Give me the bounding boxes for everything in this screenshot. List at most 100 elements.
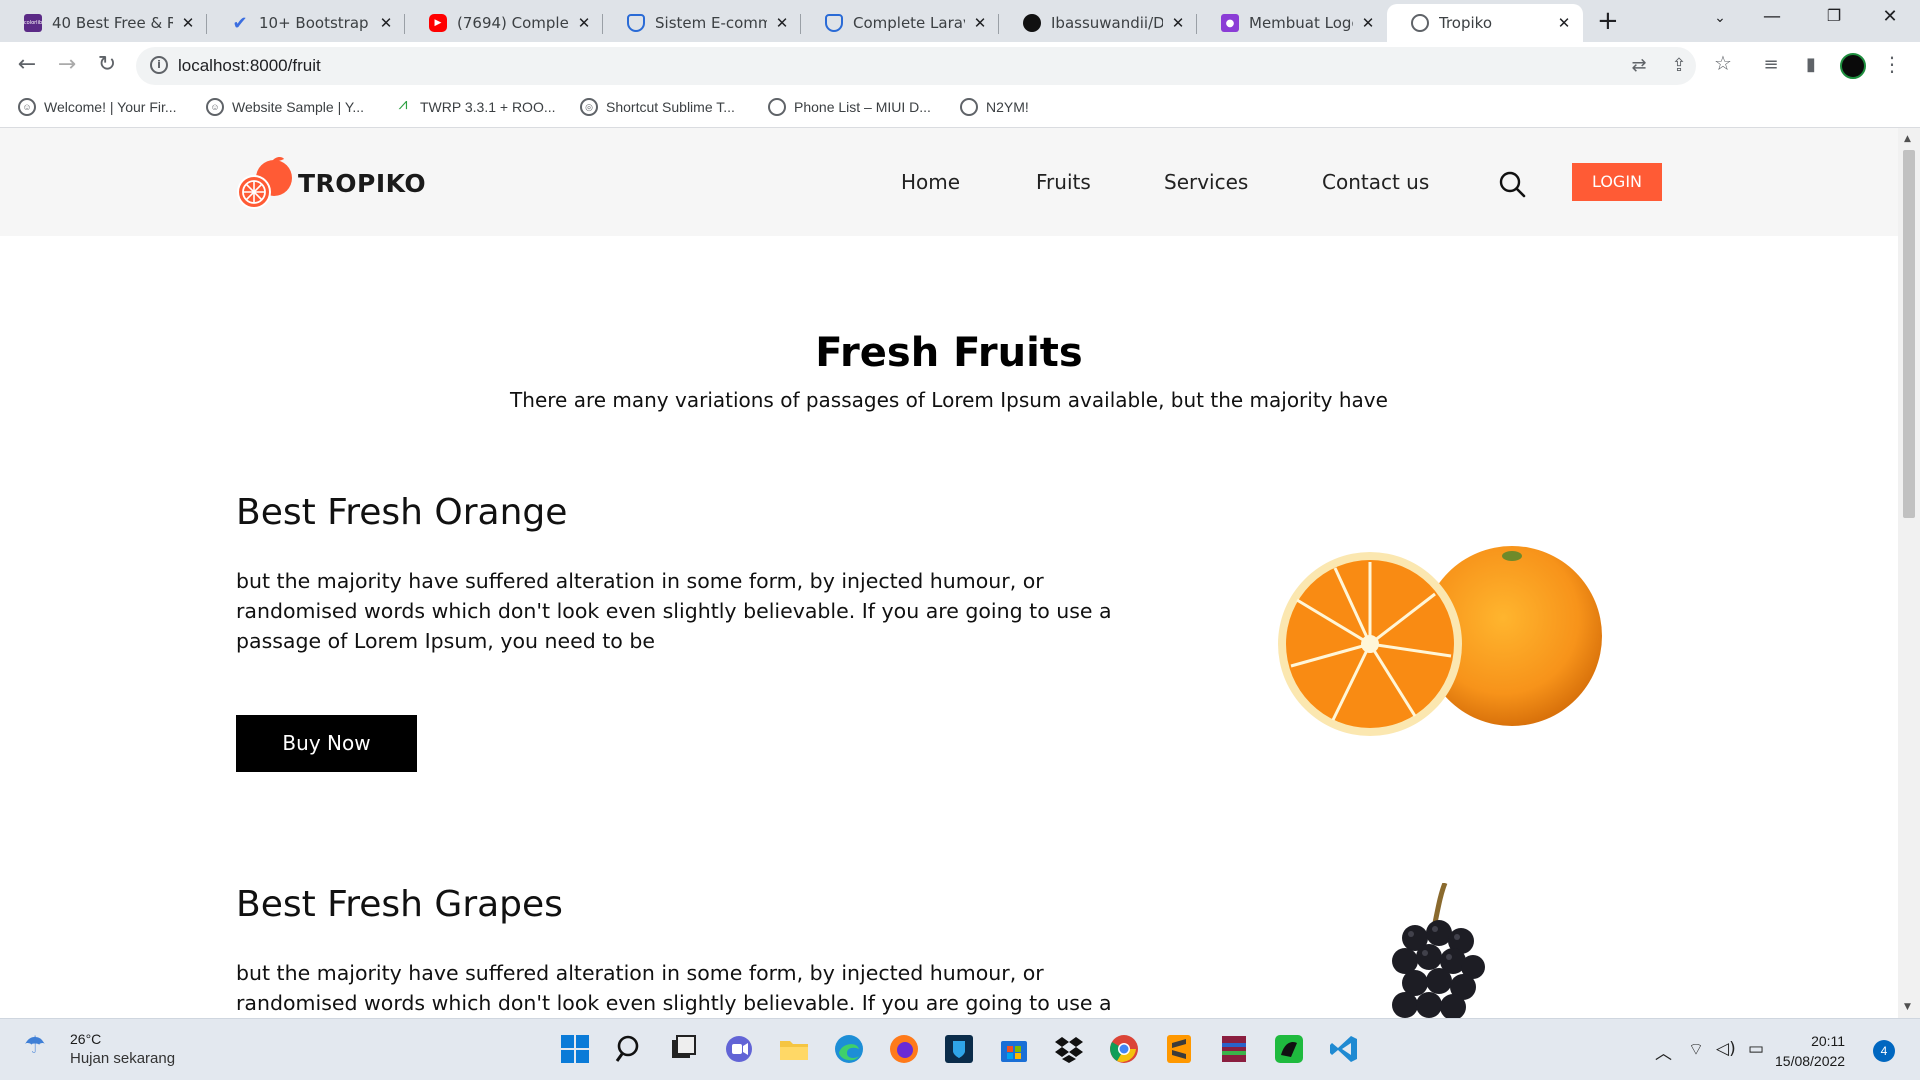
bookmark-item[interactable]: ☺ Website Sample | Y... — [206, 98, 364, 116]
section-subtitle: There are many variations of passages of… — [510, 388, 1388, 412]
restore-button[interactable]: ❐ — [1814, 6, 1854, 25]
url-text[interactable]: localhost:8000/fruit — [178, 56, 321, 76]
nav-services[interactable]: Services — [1164, 170, 1248, 194]
system-clock[interactable]: 20:11 15/08/2022 — [1775, 1031, 1845, 1071]
weather-description: Hujan sekarang — [70, 1050, 176, 1067]
share-icon[interactable]: ⇪ — [1666, 55, 1692, 76]
fruit-title: Best Fresh Orange — [236, 492, 568, 533]
clock-time: 20:11 — [1811, 1033, 1846, 1049]
globe-favicon-icon — [1411, 14, 1429, 32]
search-icon[interactable] — [614, 1033, 646, 1065]
wifi-icon[interactable]: ⌔ — [1688, 1039, 1704, 1060]
dropbox-icon[interactable] — [1053, 1033, 1085, 1065]
camtasia-icon[interactable] — [1273, 1033, 1305, 1065]
task-view-icon[interactable] — [668, 1033, 700, 1065]
side-panel-icon[interactable]: ▮ — [1798, 54, 1824, 75]
bookmarks-bar: ☺ Welcome! | Your Fir... ☺ Website Sample … — [0, 90, 1920, 128]
bookmark-item[interactable]: N2YM! — [960, 98, 1029, 116]
web-page: TROPIKO Home Fruits Services Contact us … — [0, 128, 1898, 1018]
back-icon[interactable]: ← — [12, 52, 42, 77]
forward-icon[interactable]: → — [52, 52, 82, 77]
checkmark-favicon-icon: ✔ — [232, 12, 248, 34]
close-tab-icon[interactable]: ✕ — [575, 14, 593, 32]
weather-widget[interactable]: ☂ 26°C Hujan sekarang — [24, 1031, 175, 1067]
site-info-icon[interactable]: i — [150, 56, 168, 74]
show-hidden-icons-chevron-icon[interactable]: ︿ — [1655, 1039, 1672, 1064]
close-window-button[interactable]: ✕ — [1870, 6, 1910, 27]
edge-browser-icon[interactable] — [833, 1033, 865, 1065]
browser-tab[interactable]: ▶ (7694) Complete ✕ — [405, 4, 603, 42]
bookmark-item[interactable]: ◎ Shortcut Sublime T... — [580, 98, 735, 116]
nav-contact-us[interactable]: Contact us — [1322, 170, 1429, 194]
teams-chat-icon[interactable] — [723, 1033, 755, 1065]
vscode-icon[interactable] — [1328, 1033, 1360, 1065]
scrollbar-thumb[interactable] — [1903, 150, 1915, 518]
battery-icon[interactable]: ▭ — [1748, 1039, 1764, 1059]
volume-icon[interactable]: ◁) — [1716, 1039, 1736, 1059]
brand-name: TROPIKO — [298, 168, 427, 198]
page-scrollbar[interactable]: ▲ ▼ — [1898, 128, 1920, 1018]
close-tab-icon[interactable]: ✕ — [773, 14, 791, 32]
browser-tab[interactable]: Complete Laravel ✕ — [801, 4, 999, 42]
search-icon[interactable] — [1498, 170, 1526, 198]
close-tab-icon[interactable]: ✕ — [377, 14, 395, 32]
twrp-icon: ⩘ — [398, 96, 408, 113]
reading-list-icon[interactable]: ≡ — [1758, 54, 1784, 75]
github-favicon-icon — [1023, 14, 1041, 32]
close-tab-icon[interactable]: ✕ — [1359, 14, 1377, 32]
bookmark-item[interactable]: ☺ Welcome! | Your Fir... — [18, 98, 177, 116]
rain-umbrella-icon: ☂ — [24, 1031, 46, 1059]
bitwarden-icon[interactable] — [943, 1033, 975, 1065]
browser-tab[interactable]: colorlib 40 Best Free & Re ✕ — [0, 4, 207, 42]
bookmark-star-icon[interactable]: ☆ — [1710, 51, 1736, 75]
scroll-up-arrow-icon[interactable]: ▲ — [1904, 134, 1911, 144]
fruit-description: but the majority have suffered alteratio… — [236, 569, 1112, 653]
globe-icon — [960, 98, 978, 116]
firefox-icon[interactable] — [888, 1033, 920, 1065]
chrome-icon[interactable] — [1108, 1033, 1140, 1065]
shield-favicon-icon — [627, 14, 645, 32]
notification-badge[interactable]: 4 — [1873, 1040, 1895, 1062]
winrar-icon[interactable] — [1218, 1033, 1250, 1065]
browser-tab[interactable]: Ibassuwandii/Dok ✕ — [999, 4, 1197, 42]
smiley-icon: ☺ — [206, 98, 224, 116]
browser-toolbar: ← → ↻ i localhost:8000/fruit ⇄ ⇪ ☆ ≡ ▮ ⋮ — [0, 42, 1920, 90]
colorlib-favicon-icon: colorlib — [24, 14, 42, 32]
bookmark-item[interactable]: ⩘ TWRP 3.3.1 + ROO... — [394, 96, 555, 116]
windows-taskbar: ☂ 26°C Hujan sekarang ︿ ⌔ ◁) ▭ 20:11 15/… — [0, 1018, 1920, 1080]
file-explorer-icon[interactable] — [778, 1033, 810, 1065]
buy-now-button[interactable]: Buy Now — [236, 715, 417, 772]
site-logo[interactable]: TROPIKO — [236, 154, 426, 212]
profile-avatar[interactable] — [1840, 53, 1866, 79]
nav-home[interactable]: Home — [901, 170, 960, 194]
start-windows-icon[interactable] — [559, 1033, 591, 1065]
close-tab-icon[interactable]: ✕ — [1169, 14, 1187, 32]
youtube-favicon-icon: ▶ — [429, 14, 447, 32]
orange-logo-icon — [237, 156, 292, 209]
browser-tab[interactable]: Sistem E-commer ✕ — [603, 4, 801, 42]
login-button[interactable]: LOGIN — [1572, 163, 1662, 201]
new-tab-button[interactable]: + — [1597, 8, 1619, 34]
weather-temperature: 26°C — [70, 1031, 102, 1047]
browser-tab[interactable]: ✔ 10+ Bootstrap eC ✕ — [207, 4, 405, 42]
nav-fruits[interactable]: Fruits — [1036, 170, 1091, 194]
translate-icon[interactable]: ⇄ — [1626, 55, 1652, 76]
grapes-image — [1392, 883, 1485, 1018]
minimize-button[interactable]: — — [1752, 6, 1792, 27]
shield-favicon-icon — [825, 14, 843, 32]
reload-icon[interactable]: ↻ — [92, 52, 122, 77]
tab-search-chevron-icon[interactable]: ⌄ — [1700, 10, 1740, 26]
close-tab-icon[interactable]: ✕ — [1555, 14, 1573, 32]
bookmark-item[interactable]: Phone List – MIUI D... — [768, 98, 931, 116]
microsoft-store-icon[interactable] — [998, 1033, 1030, 1065]
user-favicon-icon: ● — [1221, 14, 1239, 32]
sublime-text-icon[interactable] — [1163, 1033, 1195, 1065]
browser-tab[interactable]: ● Membuat Logo ✕ — [1197, 4, 1387, 42]
more-menu-icon[interactable]: ⋮ — [1882, 52, 1902, 76]
browser-tab-active[interactable]: Tropiko ✕ — [1387, 4, 1583, 42]
close-tab-icon[interactable]: ✕ — [179, 14, 197, 32]
close-tab-icon[interactable]: ✕ — [971, 14, 989, 32]
fruit-description: but the majority have suffered alteratio… — [236, 961, 1112, 1015]
address-bar[interactable]: i localhost:8000/fruit ⇄ ⇪ — [136, 47, 1696, 85]
scroll-down-arrow-icon[interactable]: ▼ — [1904, 1002, 1911, 1012]
